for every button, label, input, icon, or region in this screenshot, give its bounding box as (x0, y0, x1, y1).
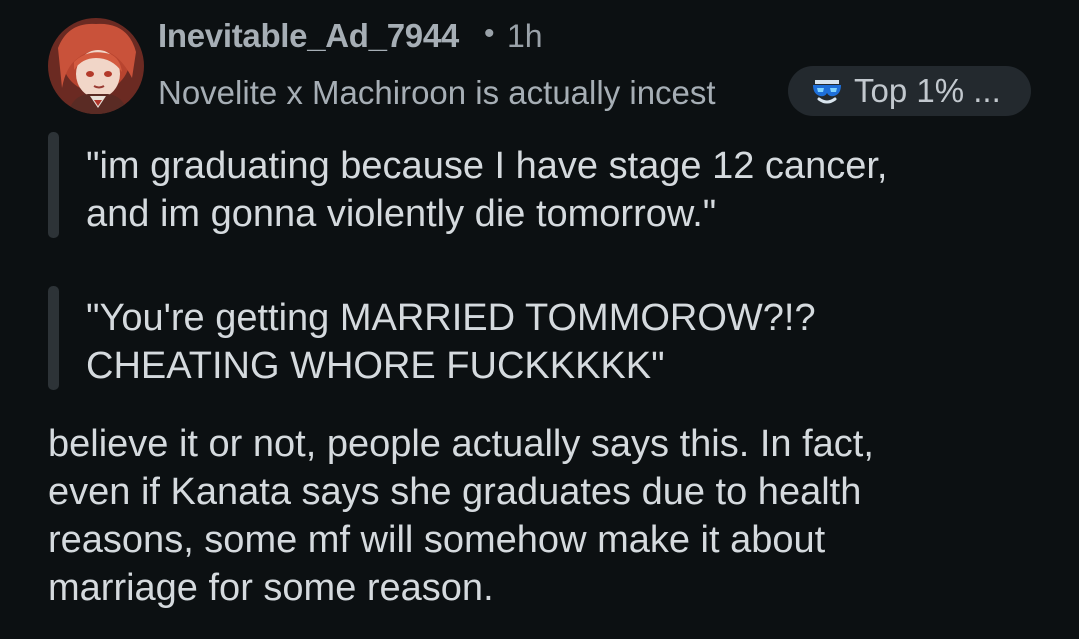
top-commenter-badge[interactable]: Top 1% ... (788, 66, 1031, 116)
quote-bar (48, 132, 59, 238)
user-avatar[interactable] (48, 18, 144, 114)
meta-separator: • (484, 17, 495, 50)
username[interactable]: Inevitable_Ad_7944 (158, 17, 459, 55)
commenter-badge-icon (813, 80, 841, 104)
quote-text: "You're getting MARRIED TOMMOROW?!? CHEA… (86, 297, 816, 387)
badge-label: Top 1% ... (854, 72, 1001, 109)
comment: Inevitable_Ad_7944 • 1h Novelite x Machi… (0, 0, 1079, 639)
quote-text: "im graduating because I have stage 12 c… (86, 145, 888, 235)
comment-timestamp: 1h (507, 18, 543, 54)
avatar-image (48, 18, 144, 114)
comment-body: believe it or not, people actually says … (48, 423, 874, 609)
quote-bar (48, 286, 59, 390)
user-flair: Novelite x Machiroon is actually incest (158, 74, 716, 111)
